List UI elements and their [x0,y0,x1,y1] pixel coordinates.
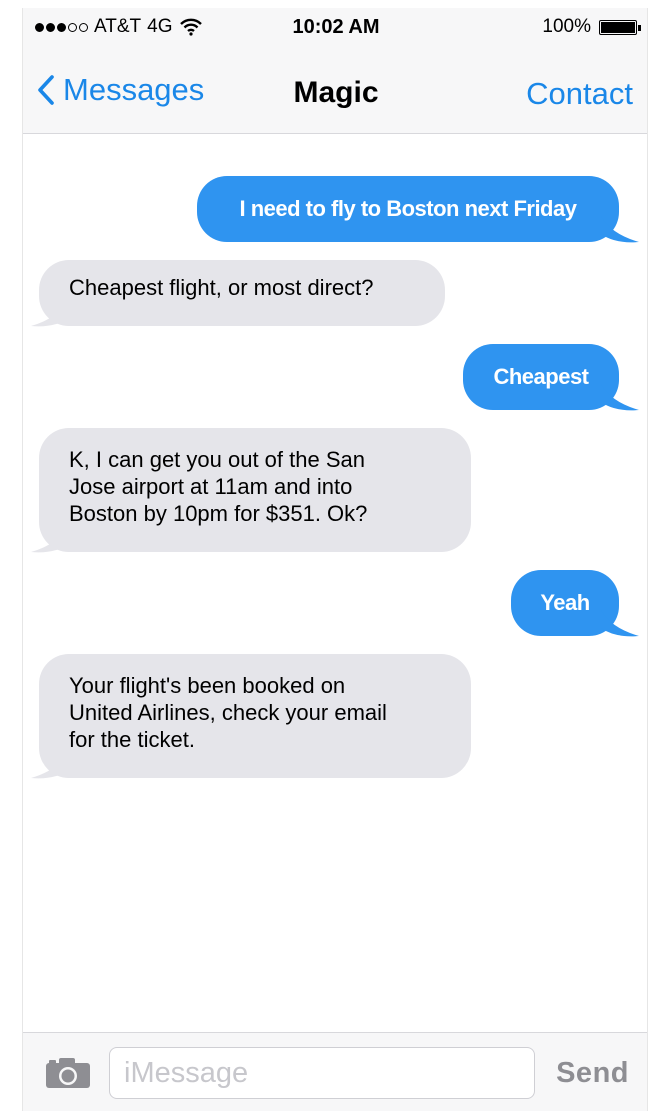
chevron-left-icon [38,75,54,105]
back-button[interactable]: Messages [37,72,204,108]
camera-button[interactable] [45,1057,91,1094]
bubble-tail [31,750,69,779]
send-button[interactable]: Send [556,1057,629,1090]
battery-icon [599,19,641,35]
incoming-message: K, I can get you out of the San Jose air… [39,428,471,552]
bubble-tail [601,384,639,411]
compose-bar: Send [23,1032,647,1111]
outgoing-message: Cheapest [463,344,619,410]
outgoing-message: I need to fly to Boston next Friday [197,176,619,242]
status-right: 100% [542,16,641,38]
bubble-tail [601,216,639,243]
message-text-line: United Airlines, check your email [69,700,387,725]
camera-icon [46,1058,90,1088]
incoming-message: Your flight's been booked on United Airl… [39,654,471,778]
back-button-label: Messages [63,72,205,107]
message-text-line: for the ticket. [69,727,195,752]
bubble-tail [31,524,69,553]
message-text-line: Cheapest flight, or most direct? [69,275,374,300]
messages-screen: AT&T 4G 10:02 AM 100% Messages Magic Con… [22,8,648,1111]
status-bar: AT&T 4G 10:02 AM 100% [23,8,647,48]
incoming-message: Cheapest flight, or most direct? [39,260,445,326]
message-text: Yeah [540,590,590,615]
message-text-line: Jose airport at 11am and into [69,474,353,499]
message-text: Cheapest [493,364,589,389]
message-text-line: Boston by 10pm for $351. Ok? [69,501,368,526]
contact-button[interactable]: Contact [526,76,633,112]
bubble-tail [31,298,69,327]
message-input[interactable] [109,1047,535,1099]
bubble-tail [601,610,639,637]
message-text: I need to fly to Boston next Friday [239,196,577,221]
message-text-line: Your flight's been booked on [69,673,346,698]
battery-level [601,21,635,33]
message-text-line: K, I can get you out of the San [69,447,365,472]
navigation-bar: Messages Magic Contact [23,48,647,134]
battery-percent: 100% [542,16,591,37]
